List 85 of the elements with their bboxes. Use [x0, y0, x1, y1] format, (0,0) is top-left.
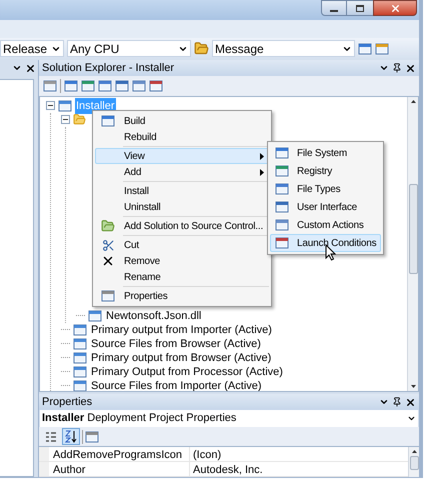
submenu-arrow-icon	[260, 152, 264, 160]
find-dropdown[interactable]: Message	[212, 40, 355, 57]
object-label: Installer Deployment Project Properties	[42, 411, 236, 426]
menu-item[interactable]: Install	[95, 183, 269, 199]
menu-item[interactable]: Rebuild	[95, 129, 269, 145]
property-name: Author	[49, 462, 190, 476]
scrollbar-thumb[interactable]	[410, 456, 418, 470]
configuration-dropdown[interactable]: Release	[0, 40, 64, 57]
menu-item[interactable]: Remove	[95, 253, 269, 269]
expander-icon[interactable]	[46, 101, 55, 110]
window-icon	[275, 164, 289, 178]
window-icon	[81, 78, 95, 93]
scrollbar[interactable]	[407, 96, 418, 392]
minimize-button[interactable]	[321, 0, 347, 16]
submenu-item[interactable]: User Interface	[270, 198, 382, 216]
close-icon[interactable]	[25, 62, 36, 74]
sort-icon	[65, 430, 77, 444]
folder-icon[interactable]	[194, 41, 209, 56]
window-icon	[275, 236, 289, 250]
scissors-icon	[102, 238, 114, 252]
folder-icon	[73, 113, 86, 126]
pin-icon[interactable]	[392, 397, 402, 408]
menu-item[interactable]: Cut	[95, 237, 269, 253]
submenu-item[interactable]: Custom Actions	[270, 216, 382, 234]
menu-item[interactable]: Uninstall	[95, 199, 269, 215]
folder-icon	[101, 219, 115, 233]
window-icon	[275, 200, 289, 214]
tree-item[interactable]: Primary output from Importer (Active)	[90, 322, 273, 338]
expander-icon[interactable]	[61, 115, 70, 124]
window-icon	[64, 78, 78, 93]
platform-dropdown[interactable]: Any CPU	[67, 40, 191, 57]
submenu-item[interactable]: Registry	[270, 162, 382, 180]
menu-item[interactable]: Add Solution to Source Control...	[95, 218, 269, 234]
search-window-icon	[358, 42, 372, 56]
scroll-up-icon[interactable]	[410, 100, 416, 103]
file-icon	[73, 322, 87, 337]
window-icon	[101, 114, 115, 128]
tree-item[interactable]: Newtonsoft.Json.dll	[105, 308, 202, 324]
tree-item[interactable]: Primary Output from Processor (Active)	[90, 364, 284, 380]
submenu-item[interactable]: File Types	[270, 180, 382, 198]
x-icon	[101, 254, 115, 268]
window-icon	[275, 218, 289, 232]
pin-icon[interactable]	[392, 63, 402, 73]
scroll-up-icon[interactable]	[412, 450, 416, 453]
menu-item[interactable]: Properties	[95, 288, 269, 304]
maximize-button[interactable]	[347, 0, 373, 16]
object-selector[interactable]: Installer Deployment Project Properties	[40, 410, 418, 428]
panel-title: Solution Explorer - Installer	[42, 60, 174, 76]
window-icon	[132, 78, 146, 93]
menu-item[interactable]: Build	[95, 113, 269, 129]
alphabetical-button[interactable]	[62, 428, 80, 446]
close-icon	[390, 2, 400, 14]
window-icon	[98, 78, 112, 93]
property-name: AddRemoveProgramsIcon	[49, 447, 190, 461]
menu-item[interactable]: Rename	[95, 269, 269, 285]
file-icon	[73, 336, 87, 351]
file-icon	[58, 98, 72, 113]
close-icon[interactable]	[405, 62, 416, 74]
scroll-down-icon[interactable]	[410, 385, 416, 388]
scrollbar-thumb[interactable]	[408, 184, 418, 274]
panel-title: Properties	[42, 394, 92, 410]
submenu-item[interactable]: File System	[270, 144, 382, 162]
file-icon	[88, 308, 102, 323]
file-icon	[73, 350, 87, 365]
property-value[interactable]: Autodesk, Inc.	[190, 462, 408, 476]
scrollbar[interactable]	[408, 447, 419, 477]
window-icon	[275, 182, 289, 196]
list-icon	[45, 430, 57, 443]
window-icon	[375, 42, 389, 56]
property-value[interactable]: (Icon)	[190, 447, 408, 461]
window-icon	[149, 78, 163, 93]
window-icon	[275, 146, 289, 160]
window-icon	[43, 78, 57, 93]
file-icon	[73, 378, 87, 392]
file-icon	[73, 364, 87, 379]
tree-item[interactable]: Primary output from Browser (Active)	[90, 350, 272, 366]
menu-item[interactable]: View	[95, 148, 269, 164]
submenu-arrow-icon	[260, 168, 264, 176]
tree-item[interactable]: Source Files from Browser (Active)	[90, 336, 262, 352]
close-icon[interactable]	[405, 396, 416, 408]
window-icon	[115, 78, 129, 93]
menu-item[interactable]: Add	[95, 164, 269, 180]
tree-item[interactable]: Source Files from Importer (Active)	[90, 378, 263, 392]
window-icon	[101, 289, 115, 303]
close-button[interactable]	[373, 0, 417, 16]
